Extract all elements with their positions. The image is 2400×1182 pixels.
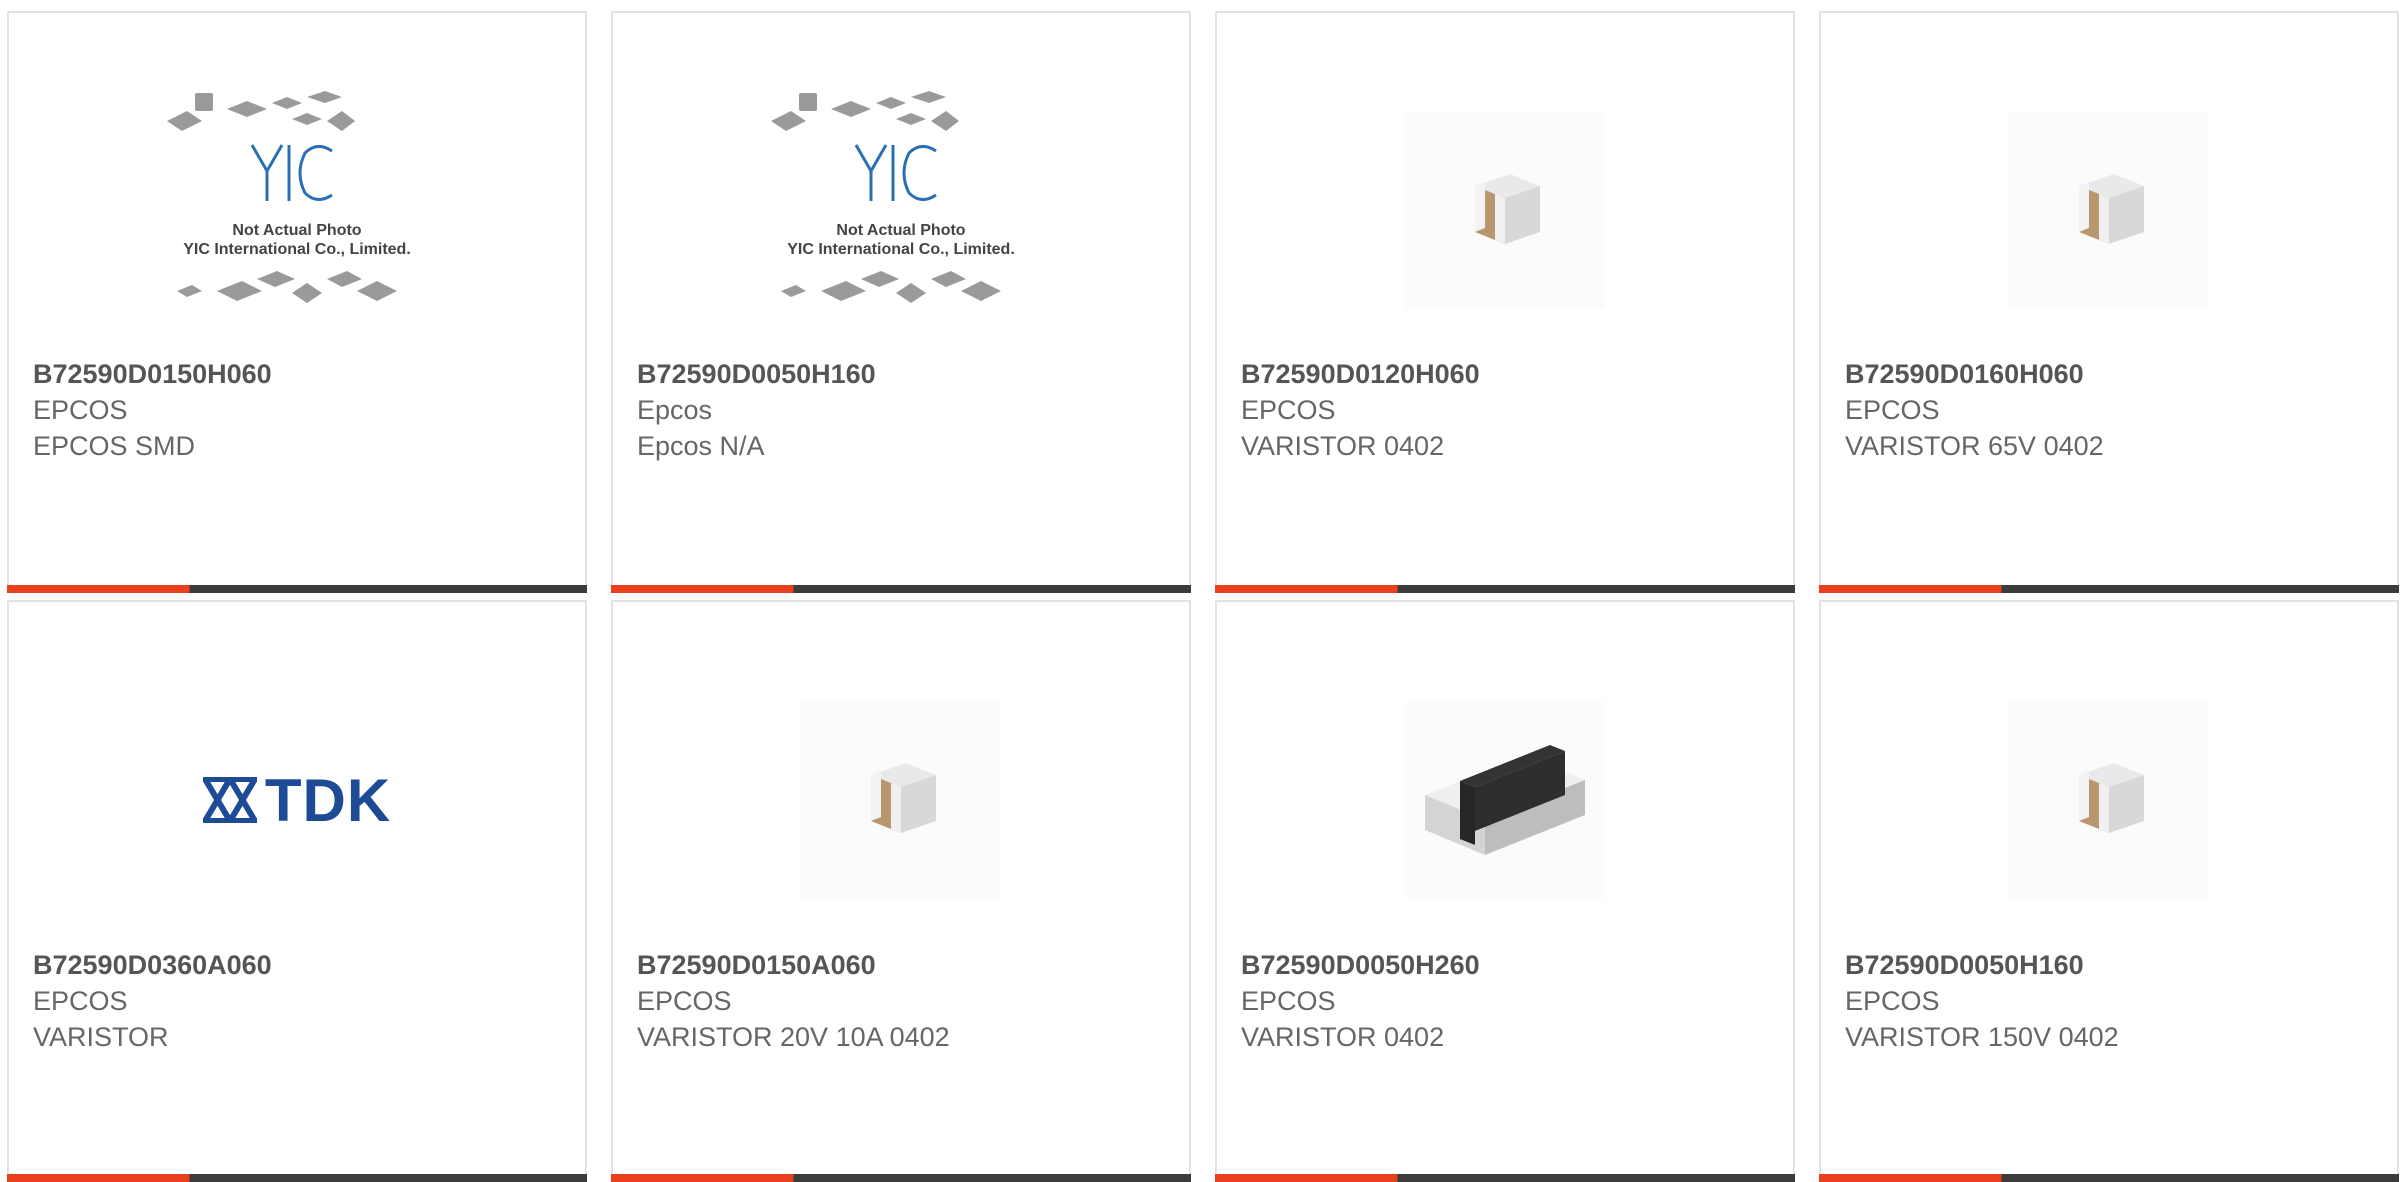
product-card[interactable]: B72590D0050H260 EPCOS VARISTOR 0402 (1215, 600, 1795, 1182)
product-grid: Not Actual Photo YIC International Co., … (0, 0, 2400, 1182)
part-number-link[interactable]: B72590D0150A060 (637, 947, 1165, 983)
tdk-logo: TDK (202, 766, 392, 835)
part-number-link[interactable]: B72590D0360A060 (33, 947, 561, 983)
product-card[interactable]: Not Actual Photo YIC International Co., … (611, 11, 1191, 593)
yic-placeholder-image: Not Actual Photo YIC International Co., … (761, 81, 1041, 341)
chip-brown-icon (2079, 174, 2144, 244)
product-card[interactable]: Not Actual Photo YIC International Co., … (7, 11, 587, 593)
manufacturer: EPCOS (33, 395, 128, 425)
description: VARISTOR 65V 0402 (1845, 431, 2104, 461)
part-number-link[interactable]: B72590D0150H060 (33, 356, 561, 392)
card-accent-bar (611, 585, 1191, 593)
chip-brown-icon (2079, 763, 2144, 833)
chip-image-box (2009, 113, 2209, 309)
card-accent-bar (7, 1174, 587, 1182)
image-note: Not Actual Photo YIC International Co., … (787, 222, 1015, 258)
tdk-emblem-icon (202, 777, 257, 823)
card-accent-bar (1819, 585, 2399, 593)
yic-placeholder-image: Not Actual Photo YIC International Co., … (157, 81, 437, 341)
product-image[interactable] (1217, 61, 1793, 361)
chip-black-icon (1425, 745, 1585, 855)
component-collage-icon (167, 91, 397, 303)
part-number-link[interactable]: B72590D0050H160 (637, 356, 1165, 392)
description: VARISTOR 0402 (1241, 1022, 1445, 1052)
description: VARISTOR 150V 0402 (1845, 1022, 2119, 1052)
manufacturer: EPCOS (1845, 395, 1940, 425)
product-card[interactable]: B72590D0050H160 EPCOS VARISTOR 150V 0402 (1819, 600, 2399, 1182)
description: VARISTOR 20V 10A 0402 (637, 1022, 950, 1052)
manufacturer: EPCOS (1241, 986, 1336, 1016)
card-accent-bar (611, 1174, 1191, 1182)
part-number-link[interactable]: B72590D0160H060 (1845, 356, 2373, 392)
product-image[interactable]: Not Actual Photo YIC International Co., … (613, 61, 1189, 361)
chip-image-box (1405, 113, 1605, 309)
manufacturer: Epcos (637, 395, 713, 425)
product-card[interactable]: TDK B72590D0360A060 EPCOS VARISTOR (7, 600, 587, 1182)
part-number-link[interactable]: B72590D0050H160 (1845, 947, 2373, 983)
tdk-logo-text: TDK (264, 766, 392, 834)
component-collage-icon (771, 91, 1001, 303)
card-accent-bar (1215, 585, 1795, 593)
manufacturer: EPCOS (1845, 986, 1940, 1016)
description: EPCOS SMD (33, 431, 196, 461)
product-image[interactable]: Not Actual Photo YIC International Co., … (9, 61, 585, 361)
manufacturer: EPCOS (1241, 395, 1336, 425)
chip-image-box (2009, 702, 2209, 898)
description: Epcos N/A (637, 431, 765, 461)
chip-brown-icon (1475, 174, 1540, 244)
description: VARISTOR 0402 (1241, 431, 1445, 461)
product-card[interactable]: B72590D0150A060 EPCOS VARISTOR 20V 10A 0… (611, 600, 1191, 1182)
chip-brown-icon (871, 763, 936, 833)
product-image[interactable] (613, 650, 1189, 950)
product-image[interactable] (1821, 650, 2397, 950)
card-accent-bar (1215, 1174, 1795, 1182)
product-image[interactable] (1217, 650, 1793, 950)
card-accent-bar (7, 585, 587, 593)
card-accent-bar (1819, 1174, 2399, 1182)
chip-image-box (1405, 702, 1605, 898)
chip-image-box (801, 702, 1001, 898)
product-image[interactable] (1821, 61, 2397, 361)
manufacturer: EPCOS (637, 986, 732, 1016)
part-number-link[interactable]: B72590D0120H060 (1241, 356, 1769, 392)
image-note: Not Actual Photo YIC International Co., … (183, 222, 411, 258)
product-image[interactable]: TDK (9, 650, 585, 950)
product-card[interactable]: B72590D0160H060 EPCOS VARISTOR 65V 0402 (1819, 11, 2399, 593)
product-card[interactable]: B72590D0120H060 EPCOS VARISTOR 0402 (1215, 11, 1795, 593)
description: VARISTOR (33, 1022, 169, 1052)
manufacturer: EPCOS (33, 986, 128, 1016)
part-number-link[interactable]: B72590D0050H260 (1241, 947, 1769, 983)
